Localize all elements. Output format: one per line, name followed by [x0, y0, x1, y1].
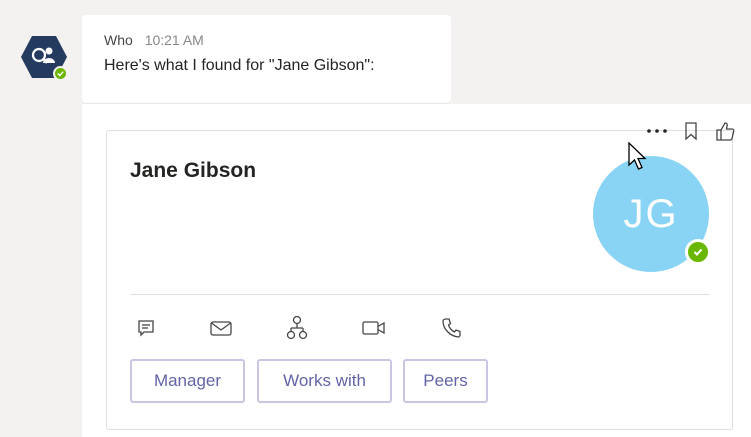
presence-available-icon: [685, 239, 711, 265]
person-card: Jane Gibson JG Manager Works with Peers: [106, 130, 733, 430]
avatar-initials: JG: [623, 191, 679, 236]
mail-icon[interactable]: [207, 314, 235, 342]
bookmark-icon[interactable]: [674, 117, 708, 145]
peers-button[interactable]: Peers: [403, 359, 488, 403]
message-hover-actions: [640, 116, 748, 146]
message-time: 10:21 AM: [144, 32, 204, 48]
org-chart-icon[interactable]: [283, 314, 311, 342]
more-options-icon[interactable]: [640, 117, 674, 145]
like-icon[interactable]: [708, 117, 742, 145]
person-name: Jane Gibson: [130, 159, 257, 182]
mouse-cursor-icon: [628, 142, 647, 170]
message-text: Here's what I found for "Jane Gibson":: [104, 57, 375, 74]
works-with-button[interactable]: Works with: [257, 359, 392, 403]
video-call-icon[interactable]: [360, 314, 388, 342]
message-meta: Who 10:21 AM: [104, 32, 204, 48]
message-bubble: Who 10:21 AM Here's what I found for "Ja…: [82, 15, 451, 103]
card-divider: [130, 294, 710, 295]
phone-icon[interactable]: [437, 314, 465, 342]
chat-icon[interactable]: [132, 314, 160, 342]
manager-button[interactable]: Manager: [130, 359, 245, 403]
card-container: Jane Gibson JG Manager Works with Peers: [82, 104, 751, 437]
message-sender[interactable]: Who: [104, 32, 133, 48]
bot-avatar: [20, 33, 70, 83]
bot-online-status-icon: [53, 66, 68, 81]
